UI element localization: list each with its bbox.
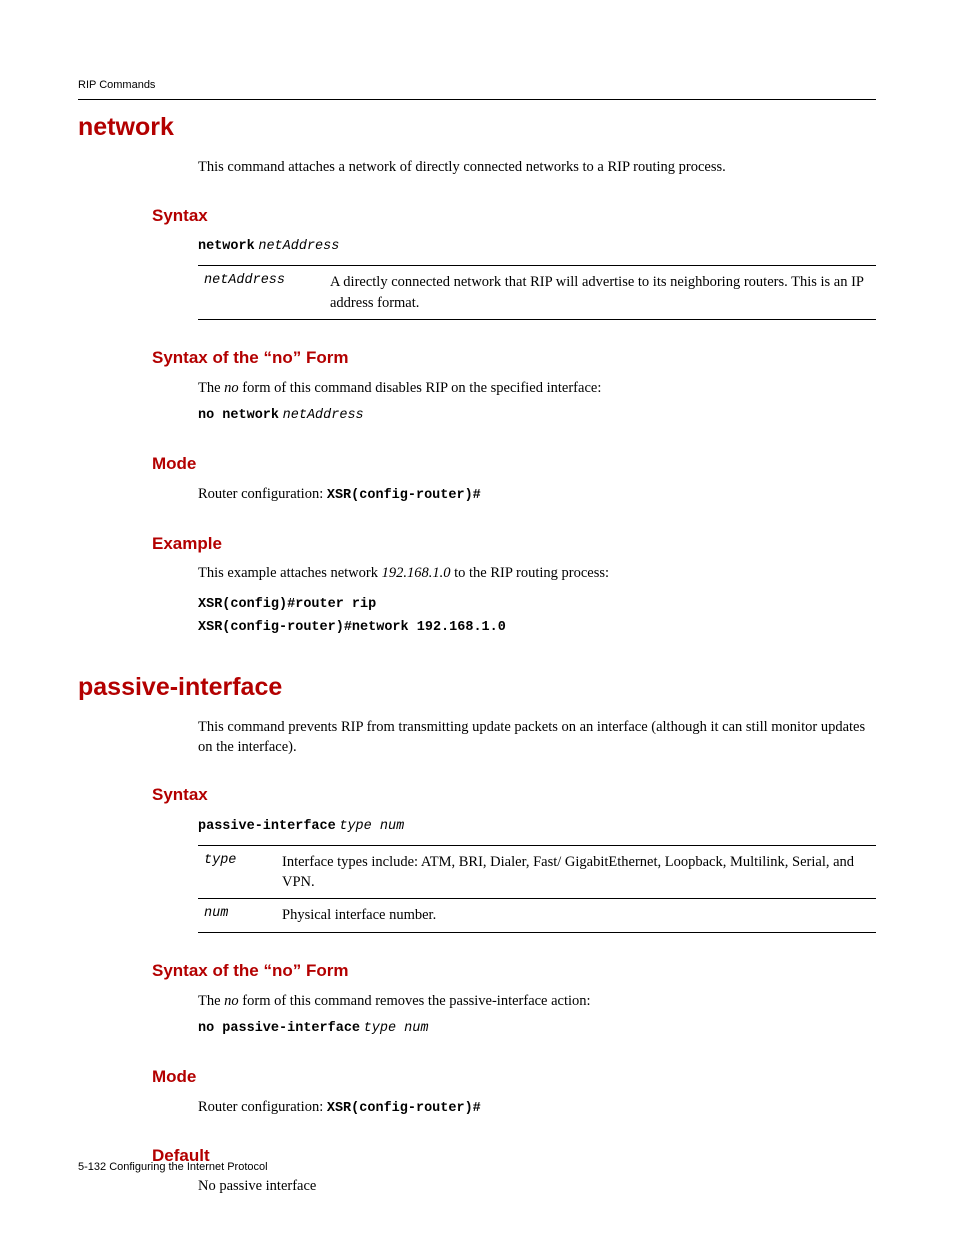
- mode-code: XSR(config-router)#: [327, 488, 481, 503]
- running-rule: [78, 99, 876, 100]
- pi-intro-block: This command prevents RIP from transmitt…: [198, 717, 876, 758]
- example-lead2: to the RIP routing process:: [450, 565, 609, 581]
- param-key: num: [198, 899, 282, 932]
- syntax-block-1: network netAddress netAddress A directly…: [198, 235, 876, 319]
- noform-text-1: The no form of this command disables RIP…: [198, 378, 876, 398]
- param-table-1: netAddress A directly connected network …: [198, 265, 876, 320]
- page-footer: 5-132 Configuring the Internet Protocol: [78, 1160, 268, 1175]
- heading-network: network: [78, 110, 876, 145]
- noform-lead1: The: [198, 380, 224, 396]
- heading-syntax-1: Syntax: [152, 204, 876, 228]
- noform-arg: netAddress: [283, 408, 364, 423]
- param-desc: Interface types include: ATM, BRI, Diale…: [282, 845, 876, 899]
- noform-lead1-2: The: [198, 993, 224, 1009]
- noform-arg-2: type num: [364, 1021, 429, 1036]
- network-intro-block: This command attaches a network of direc…: [198, 157, 876, 177]
- pi-intro: This command prevents RIP from transmitt…: [198, 717, 876, 758]
- syntax-arg-2: type num: [339, 819, 404, 834]
- syntax-cmd-2: passive-interface: [198, 819, 336, 834]
- heading-noform-1: Syntax of the “no” Form: [152, 346, 876, 370]
- mode-code-2: XSR(config-router)#: [327, 1101, 481, 1116]
- default-block-2: No passive interface: [198, 1176, 876, 1196]
- default-text-2: No passive interface: [198, 1176, 876, 1196]
- noform-code-2: no passive-interface type num: [198, 1017, 876, 1039]
- mode-text-1: Router configuration: XSR(config-router)…: [198, 484, 876, 506]
- noform-lead2: form of this command disables RIP on the…: [239, 380, 602, 396]
- example-code-2: XSR(config-router)#network 192.168.1.0: [198, 617, 876, 640]
- example-em: 192.168.1.0: [382, 565, 451, 581]
- mode-block-1: Router configuration: XSR(config-router)…: [198, 484, 876, 506]
- example-code-block: XSR(config)#router rip XSR(config-router…: [198, 594, 876, 640]
- param-table-2: type Interface types include: ATM, BRI, …: [198, 845, 876, 933]
- syntax-line-1: network netAddress: [198, 235, 876, 257]
- param-desc: Physical interface number.: [282, 899, 876, 932]
- example-block-1: This example attaches network 192.168.1.…: [198, 563, 876, 639]
- page: RIP Commands network This command attach…: [0, 0, 954, 1235]
- example-code-1: XSR(config)#router rip: [198, 594, 876, 617]
- param-row: num Physical interface number.: [198, 899, 876, 932]
- heading-mode-1: Mode: [152, 452, 876, 476]
- heading-noform-2: Syntax of the “no” Form: [152, 959, 876, 983]
- noform-em-2: no: [224, 993, 239, 1009]
- network-intro: This command attaches a network of direc…: [198, 157, 876, 177]
- param-key: netAddress: [198, 266, 330, 320]
- mode-lead-2: Router configuration:: [198, 1099, 327, 1115]
- syntax-line-2: passive-interface type num: [198, 815, 876, 837]
- param-key: type: [198, 845, 282, 899]
- example-text-1: This example attaches network 192.168.1.…: [198, 563, 876, 583]
- example-lead1: This example attaches network: [198, 565, 382, 581]
- param-row: netAddress A directly connected network …: [198, 266, 876, 320]
- noform-cmd: no network: [198, 408, 279, 423]
- mode-block-2: Router configuration: XSR(config-router)…: [198, 1097, 876, 1119]
- param-desc: A directly connected network that RIP wi…: [330, 266, 876, 320]
- param-row: type Interface types include: ATM, BRI, …: [198, 845, 876, 899]
- syntax-block-2: passive-interface type num type Interfac…: [198, 815, 876, 933]
- noform-text-2: The no form of this command removes the …: [198, 991, 876, 1011]
- noform-cmd-2: no passive-interface: [198, 1021, 360, 1036]
- noform-lead2-2: form of this command removes the passive…: [239, 993, 591, 1009]
- noform-block-2: The no form of this command removes the …: [198, 991, 876, 1039]
- heading-example-1: Example: [152, 532, 876, 556]
- syntax-cmd: network: [198, 239, 255, 254]
- noform-em: no: [224, 380, 239, 396]
- mode-lead: Router configuration:: [198, 486, 327, 502]
- syntax-arg: netAddress: [258, 239, 339, 254]
- noform-block-1: The no form of this command disables RIP…: [198, 378, 876, 426]
- heading-syntax-2: Syntax: [152, 783, 876, 807]
- heading-mode-2: Mode: [152, 1065, 876, 1089]
- running-head: RIP Commands: [78, 78, 876, 93]
- noform-code-1: no network netAddress: [198, 404, 876, 426]
- heading-passive-interface: passive-interface: [78, 670, 876, 705]
- mode-text-2: Router configuration: XSR(config-router)…: [198, 1097, 876, 1119]
